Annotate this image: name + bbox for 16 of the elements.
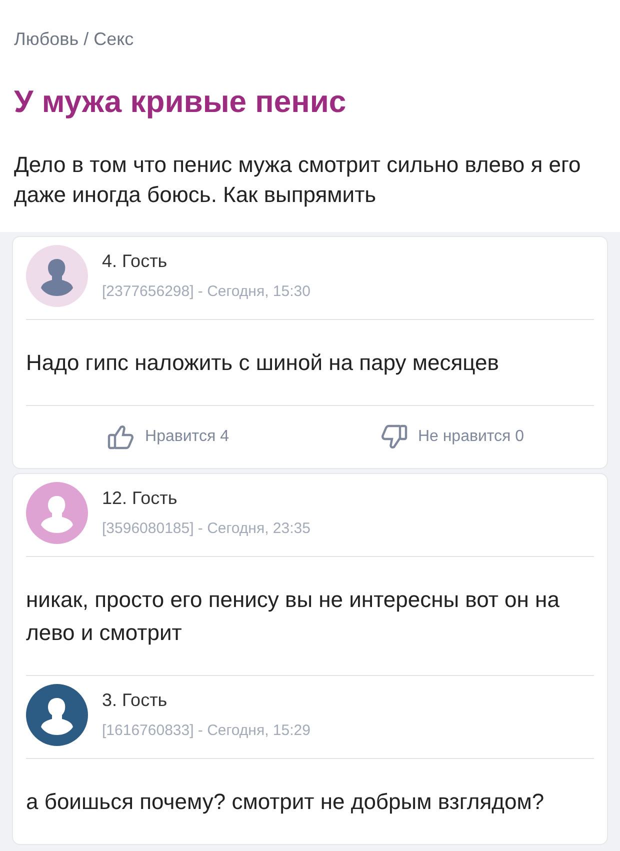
thumbs-down-icon — [380, 424, 408, 450]
question-text: Дело в том что пенис мужа смотрит сильно влево я его даже иногда боюсь. Как выпрямить — [14, 150, 582, 209]
comment-text: никак, просто его пенису вы не интересны вот он на лево и смотрит — [26, 586, 560, 647]
comment-meta: [2377656298] - Сегодня, 15:30 — [102, 282, 310, 302]
like-button[interactable]: Нравится 4 — [26, 424, 310, 450]
thumbs-up-icon — [107, 424, 136, 450]
author-name: 4. Гость — [102, 250, 168, 273]
breadcrumb[interactable]: Любовь / Секс — [14, 26, 606, 53]
author-name: 3. Гость — [102, 688, 168, 712]
dislike-button[interactable]: Не нравится 0 — [310, 424, 594, 450]
author-name: 12. Гость — [102, 486, 178, 510]
comment-meta: [1616760833] - Сегодня, 15:29 — [102, 720, 310, 741]
comment-text: Надо гипс наложить с шиной на пару месяцев — [26, 348, 500, 377]
topic-title: У мужа кривые пенис — [14, 83, 348, 121]
comment-meta: [3596080185] - Сегодня, 23:35 — [102, 518, 310, 539]
comment-text: а боишься почему? смотрит не добрым взглядом? — [26, 788, 546, 816]
